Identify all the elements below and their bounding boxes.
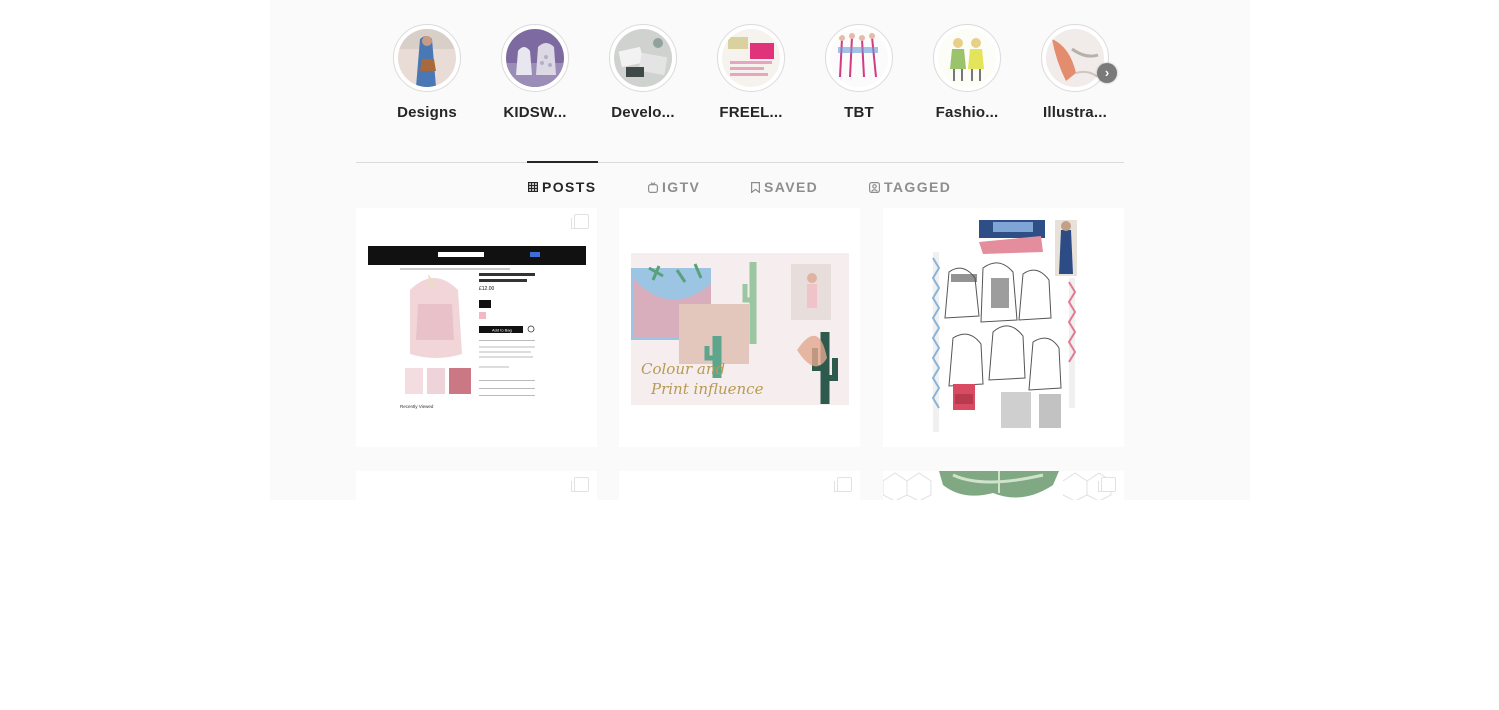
moodboard-title-line1: Colour and [641,360,725,378]
highlight-fashion[interactable]: Fashio... [922,24,1012,121]
post-sketch-collage[interactable] [883,208,1124,447]
highlights-next-arrow-icon[interactable]: › [1097,63,1117,83]
tagged-user-icon [869,181,880,193]
tab-tagged[interactable]: TAGGED [869,178,951,196]
highlight-cover-image [938,29,996,87]
grid-icon [528,182,538,192]
carousel-icon [571,477,589,492]
highlight-designs[interactable]: Designs [382,24,472,121]
highlight-label: KIDSW... [503,104,567,121]
highlight-label: Illustra... [1043,104,1107,121]
active-tab-indicator [527,161,598,163]
highlight-cover-image [830,29,888,87]
moodboard-title-line2: Print influence [650,380,764,398]
tabs-divider [356,162,1124,163]
tab-label: TAGGED [884,179,952,195]
highlight-cover-image [506,29,564,87]
add-to-bag-label: Add to Bag [492,328,512,333]
carousel-icon [834,477,852,492]
post-image: Colour and Print influence [619,208,860,447]
profile-panel: Designs KIDSW... Develo... FREEL... TBT … [270,0,1250,710]
highlight-label: TBT [844,104,874,121]
post-product-screenshot[interactable]: £12.00 Add to Bag Recently Viewed [356,208,597,447]
story-highlights: Designs KIDSW... Develo... FREEL... TBT … [270,0,1250,130]
tab-label: IGTV [662,179,701,195]
highlight-cover-image [398,29,456,87]
product-price: £12.00 [479,286,495,292]
post-image [883,471,1124,502]
carousel-icon [571,214,589,229]
highlight-ring [717,24,785,92]
highlight-freelance[interactable]: FREEL... [706,24,796,121]
highlight-ring [825,24,893,92]
highlight-ring [393,24,461,92]
highlight-tbt[interactable]: TBT [814,24,904,121]
highlight-label: Designs [397,104,457,121]
highlight-development[interactable]: Develo... [598,24,688,121]
tab-posts[interactable]: POSTS [528,178,596,196]
post-row2-1[interactable] [356,471,597,710]
tab-saved[interactable]: SAVED [751,178,818,196]
tab-label: POSTS [542,179,597,195]
post-image: £12.00 Add to Bag Recently Viewed [356,208,597,447]
highlight-cover-image [722,29,780,87]
recently-viewed-label: Recently Viewed [400,404,434,409]
post-colour-print-moodboard[interactable]: Colour and Print influence [619,208,860,447]
highlight-ring [1041,24,1109,92]
post-image [883,208,1124,447]
highlight-label: Fashio... [935,104,999,121]
highlight-ring [501,24,569,92]
tab-label: SAVED [764,179,819,195]
highlight-ring [933,24,1001,92]
igtv-icon [648,181,658,193]
carousel-icon [1098,477,1116,492]
highlight-cover-image [614,29,672,87]
highlight-ring [609,24,677,92]
post-row2-2[interactable] [619,471,860,710]
highlight-label: FREEL... [719,104,783,121]
post-row2-3-leaf-print[interactable] [883,471,1124,710]
highlight-cover-image [1046,29,1104,87]
highlight-kidswear[interactable]: KIDSW... [490,24,580,121]
tab-igtv[interactable]: IGTV [648,178,700,196]
highlight-label: Develo... [611,104,675,121]
bookmark-icon [751,181,760,193]
